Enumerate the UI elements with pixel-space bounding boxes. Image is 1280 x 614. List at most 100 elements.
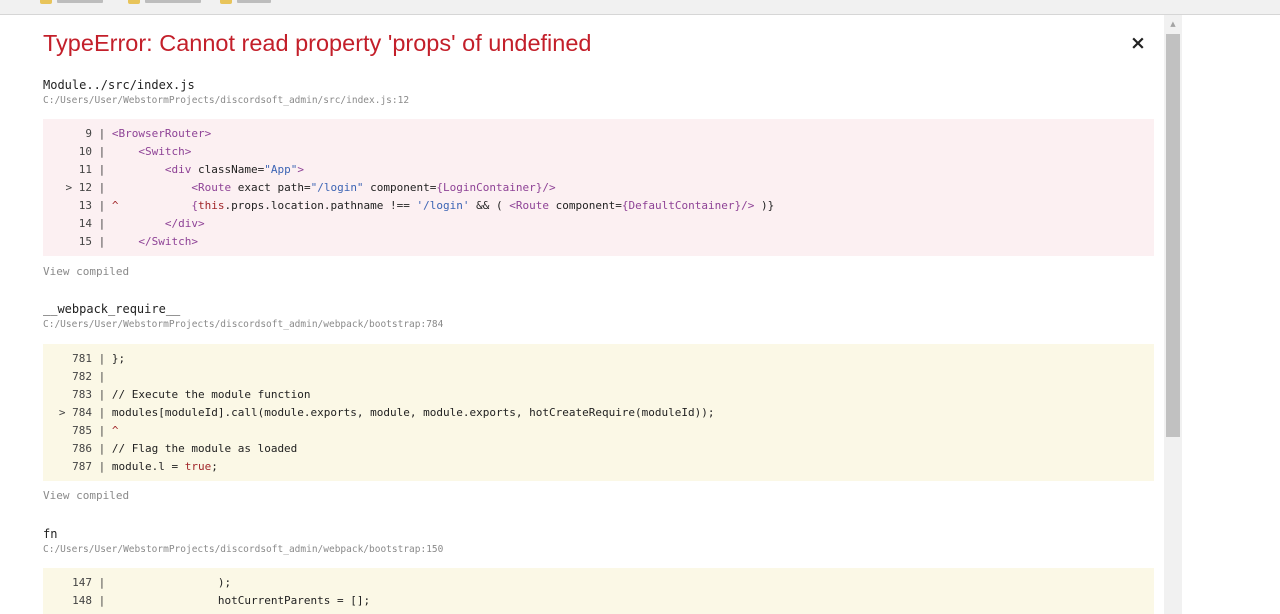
gutter-separator: | (92, 163, 112, 176)
code-line: 148 | hotCurrentParents = []; (43, 592, 1154, 610)
code-token: </Switch> (138, 235, 198, 248)
code-token: // Execute the module function (111, 388, 311, 401)
gutter-separator: | (92, 442, 112, 455)
code-token: modules[moduleId].call(module.exports, m… (111, 406, 715, 419)
error-overlay: TypeError: Cannot read property 'props' … (0, 15, 1164, 614)
line-number: 782 (58, 370, 92, 383)
code-line: > 784 | modules[moduleId].call(module.ex… (43, 404, 1154, 422)
code-token: // Flag the module as loaded (111, 442, 298, 455)
stack-frame-path: C:/Users/User/WebstormProjects/discordso… (43, 319, 444, 330)
bookmark-folder-icon[interactable] (128, 0, 140, 4)
code-token: component= (555, 199, 622, 212)
stack-frame-name: Module../src/index.js (43, 78, 195, 92)
bookmark-label[interactable] (145, 0, 201, 3)
code-line: 11 | <div className="App"> (43, 161, 1154, 179)
code-token: '/login' (416, 199, 470, 212)
gutter-separator: | (92, 235, 112, 248)
code-line: 9 | <BrowserRouter> (43, 125, 1154, 143)
gutter-separator: | (92, 145, 112, 158)
line-number: > 784 (58, 406, 92, 419)
code-line: 10 | <Switch> (43, 143, 1154, 161)
line-number: 783 (58, 388, 92, 401)
gutter-separator: | (92, 127, 112, 140)
code-token: </div> (164, 217, 205, 230)
code-token: ; (211, 460, 218, 473)
vertical-scrollbar[interactable]: ▲ (1164, 15, 1182, 614)
gutter-separator: | (92, 406, 112, 419)
code-token: { (191, 199, 198, 212)
line-number: > 12 (65, 181, 93, 194)
code-token: exact path= (237, 181, 311, 194)
view-compiled-link[interactable]: View compiled (43, 488, 129, 504)
close-icon[interactable]: × (1128, 32, 1148, 54)
code-token: component= (363, 181, 437, 194)
scrollbar-thumb[interactable] (1166, 34, 1180, 437)
code-token: <Route (191, 181, 238, 194)
code-snippet: 147 | ); 148 | hotCurrentParents = []; (43, 568, 1154, 614)
gutter-separator: | (92, 217, 112, 230)
line-number: 11 (65, 163, 92, 176)
line-number: 147 (58, 576, 92, 589)
code-token: }; (111, 352, 126, 365)
gutter-separator: | (92, 460, 112, 473)
gutter-separator: | (92, 181, 112, 194)
bookmark-label[interactable] (237, 0, 271, 3)
code-token: .props.location.pathname !== (224, 199, 417, 212)
code-line: > 12 | <Route exact path="/login" compon… (43, 179, 1154, 197)
code-token: true (184, 460, 212, 473)
bookmark-label[interactable] (57, 0, 103, 3)
line-number: 787 (58, 460, 92, 473)
line-number: 13 (65, 199, 92, 212)
line-number: 148 (58, 594, 92, 607)
gutter-separator: | (92, 370, 112, 383)
line-number: 10 (65, 145, 92, 158)
code-token: "/login" (310, 181, 364, 194)
code-token: <Switch> (138, 145, 192, 158)
code-line: 782 | (43, 368, 1154, 386)
bookmark-folder-icon[interactable] (40, 0, 52, 4)
view-compiled-link[interactable]: View compiled (43, 264, 129, 280)
code-line: 783 | // Execute the module function (43, 386, 1154, 404)
code-token: {DefaultContainer}/> (621, 199, 755, 212)
line-number: 786 (58, 442, 92, 455)
gutter-separator: | (92, 594, 112, 607)
gutter-separator: | (92, 199, 112, 212)
stack-frame-name: __webpack_require__ (43, 302, 181, 316)
gutter-separator: | (92, 388, 112, 401)
line-number: 15 (65, 235, 92, 248)
code-line: 147 | ); (43, 574, 1154, 592)
code-token: this (197, 199, 225, 212)
gutter-separator: | (92, 352, 112, 365)
stack-frame-name: fn (43, 527, 58, 541)
code-line: 13 | ^ {this.props.location.pathname !==… (43, 197, 1154, 215)
code-line: 14 | </div> (43, 215, 1154, 233)
scroll-up-arrow-icon[interactable]: ▲ (1164, 15, 1182, 33)
error-caret: ^ (111, 424, 119, 437)
code-line: 787 | module.l = true; (43, 458, 1154, 476)
code-token: <BrowserRouter> (111, 127, 212, 140)
stack-frame-path: C:/Users/User/WebstormProjects/discordso… (43, 544, 444, 555)
code-token: > (297, 163, 304, 176)
code-token: {LoginContainer}/> (436, 181, 556, 194)
error-caret: ^ (111, 199, 119, 212)
line-number: 9 (72, 127, 92, 140)
code-line: 15 | </Switch> (43, 233, 1154, 251)
gutter-separator: | (92, 424, 112, 437)
line-number: 781 (58, 352, 92, 365)
line-number: 14 (65, 217, 92, 230)
code-token: <div (164, 163, 198, 176)
code-token: ); (111, 576, 232, 589)
code-token: module.l = (111, 460, 185, 473)
code-line: 785 | ^ (43, 422, 1154, 440)
code-token: <Route (509, 199, 556, 212)
bookmark-folder-icon[interactable] (220, 0, 232, 4)
code-token: "App" (264, 163, 298, 176)
code-token: )} (754, 199, 775, 212)
line-number: 785 (58, 424, 92, 437)
code-token: className= (197, 163, 265, 176)
